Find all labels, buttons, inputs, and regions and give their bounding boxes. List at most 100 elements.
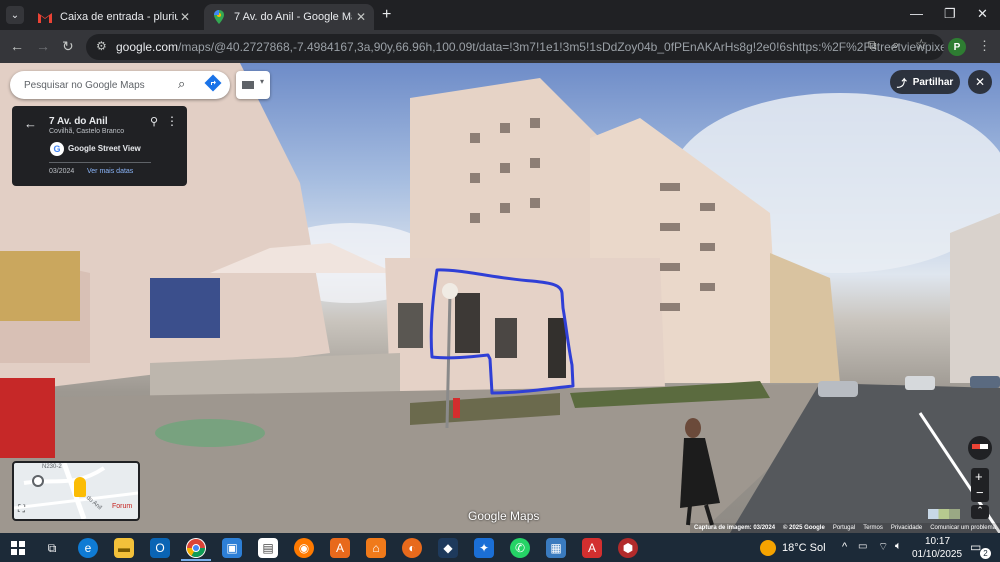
notification-badge: 2	[980, 548, 991, 559]
browser-toolbar: ← → ↻ ⚙ google.com/maps/@40.2727868,-7.4…	[0, 30, 1000, 63]
browser-title-bar: ⌄ Caixa de entrada - pluriurba.sa ✕ 7 Av…	[0, 0, 1000, 30]
back-icon[interactable]: ←	[10, 38, 24, 54]
compass-button[interactable]	[968, 436, 992, 460]
street-view-minimap[interactable]: N230-2 Av. do Anil Forum ⛶	[12, 461, 140, 521]
close-tab-icon[interactable]: ✕	[180, 10, 190, 24]
footer-copyright: © 2025 Google	[783, 525, 825, 531]
share-label: Partilhar	[912, 76, 954, 88]
search-icon[interactable]: ⌕	[178, 76, 185, 92]
tab-title: Caixa de entrada - pluriurba.sa	[60, 11, 178, 23]
location-pin-icon[interactable]: ⚲	[150, 115, 158, 128]
dropdown-arrow-icon: ▾	[260, 77, 265, 86]
outlook-icon[interactable]: O	[150, 538, 170, 558]
footer-country[interactable]: Portugal	[833, 525, 855, 531]
zoom-controls: + −	[971, 468, 989, 502]
footer-terms-link[interactable]: Termos	[863, 525, 883, 531]
remote-desktop-icon[interactable]: ▣	[222, 538, 242, 558]
vpn-app-icon[interactable]: ◉	[294, 538, 314, 558]
task-view-icon[interactable]: ⧉	[42, 538, 62, 558]
keyboard-icon	[242, 81, 254, 89]
street-view-panorama[interactable]: Pesquisar no Google Maps ⌕ ▾ ← 7 Av. do …	[0, 63, 1000, 533]
tab-gmail[interactable]: Caixa de entrada - pluriurba.sa ✕	[30, 4, 198, 30]
url-host: google.com	[116, 40, 179, 54]
place-title: 7 Av. do Anil	[49, 116, 108, 127]
close-window-icon[interactable]: ✕	[977, 6, 988, 22]
search-input[interactable]: Pesquisar no Google Maps	[24, 80, 145, 91]
back-arrow-icon[interactable]: ←	[24, 116, 37, 131]
profile-avatar[interactable]: P	[948, 38, 966, 56]
weather-text[interactable]: 18°C Sol	[782, 542, 826, 554]
edge-icon[interactable]: e	[78, 538, 98, 558]
install-app-icon[interactable]: ⧉	[868, 38, 877, 53]
windows-taskbar: ⧉ e ▬ O ▣ ▤ ◉ A ⌂ ◐ ◆ ✦ ✆ ▦ A ⬢ 18°C Sol…	[0, 533, 1000, 562]
place-subtitle: Covilhã, Castelo Branco	[49, 128, 125, 135]
new-tab-button[interactable]: +	[382, 6, 391, 24]
minimap-marker-icon	[32, 475, 44, 487]
more-menu-icon[interactable]: ⋮	[978, 38, 991, 54]
minimap-road-label: N230-2	[42, 464, 62, 470]
wifi-icon[interactable]: ⌔	[878, 540, 888, 554]
clock-time[interactable]: 10:17	[925, 536, 950, 547]
app-blue-icon[interactable]: ✦	[474, 538, 494, 558]
layers-button[interactable]: ▾	[236, 71, 270, 99]
volume-icon[interactable]: 🔈︎	[895, 540, 902, 553]
google-maps-icon	[212, 10, 226, 24]
weather-sun-icon[interactable]	[760, 540, 776, 556]
app-red-shield-icon[interactable]: ⬢	[618, 538, 638, 558]
source-label: Google Street View	[68, 144, 141, 153]
close-icon: ✕	[974, 75, 986, 89]
maps-search-box[interactable]: Pesquisar no Google Maps ⌕	[10, 71, 230, 99]
whatsapp-icon[interactable]: ✆	[510, 538, 530, 558]
more-options-icon[interactable]: ⋮	[166, 114, 178, 128]
app-firefox-icon[interactable]: ◐	[402, 538, 422, 558]
tab-google-maps[interactable]: 7 Av. do Anil - Google Maps ✕	[204, 4, 374, 30]
windows-start-icon[interactable]	[8, 538, 28, 558]
battery-icon[interactable]: ▭	[858, 541, 867, 552]
google-maps-watermark: Google Maps	[468, 509, 540, 523]
close-tab-icon[interactable]: ✕	[356, 10, 366, 24]
active-app-indicator	[181, 559, 211, 561]
zoom-icon[interactable]: ⌕	[892, 37, 899, 53]
app-orange-icon[interactable]: ⌂	[366, 538, 386, 558]
minimap-poi-label: Forum	[112, 503, 133, 510]
pegman-icon[interactable]	[74, 477, 86, 497]
forward-icon[interactable]: →	[36, 38, 50, 54]
more-dates-link[interactable]: Ver mais datas	[87, 168, 133, 175]
footer-report-link[interactable]: Comunicar um problema	[930, 525, 996, 531]
footer-capture: Captura de imagem: 03/2024	[694, 525, 776, 531]
app-diagram-icon[interactable]: ◆	[438, 538, 458, 558]
minimize-icon[interactable]: —	[910, 6, 923, 21]
google-logo-icon: G	[50, 142, 64, 156]
document-icon[interactable]: ▤	[258, 538, 278, 558]
zoom-in-icon[interactable]: +	[975, 469, 983, 484]
expand-minimap-icon[interactable]: ⛶	[18, 504, 25, 515]
file-explorer-icon[interactable]: ▬	[114, 538, 134, 558]
address-bar[interactable]: ⚙ google.com/maps/@40.2727868,-7.4984167…	[86, 34, 944, 60]
chrome-icon[interactable]	[186, 538, 206, 558]
clock-date[interactable]: 01/10/2025	[912, 549, 962, 560]
close-street-view-button[interactable]: ✕	[968, 70, 992, 94]
compass-icon	[972, 444, 988, 449]
directions-icon[interactable]	[204, 74, 222, 92]
divider	[49, 162, 151, 163]
zoom-out-icon[interactable]: −	[976, 485, 984, 500]
tab-search-button[interactable]: ⌄	[6, 6, 24, 24]
share-icon: ⤴	[896, 78, 907, 90]
app-photo-icon[interactable]: ▦	[546, 538, 566, 558]
street-view-info-card: ← 7 Av. do Anil Covilhã, Castelo Branco …	[12, 106, 187, 186]
url-path: /maps/@40.2727868,-7.4984167,3a,90y,66.9…	[178, 40, 944, 54]
footer-privacy-link[interactable]: Privacidade	[891, 525, 922, 531]
capture-date: 03/2024	[49, 168, 75, 175]
tray-chevron-icon[interactable]: ^	[842, 541, 847, 553]
expand-up-icon[interactable]: ⌃	[971, 505, 989, 519]
share-button[interactable]: ⤴ Partilhar	[890, 70, 960, 94]
pdf-reader-icon[interactable]: A	[582, 538, 602, 558]
map-footer: Captura de imagem: 03/2024 © 2025 Google…	[690, 523, 1000, 533]
tab-title: 7 Av. do Anil - Google Maps	[234, 11, 352, 23]
bookmark-star-icon[interactable]: ☆	[915, 36, 928, 53]
site-info-icon[interactable]: ⚙	[96, 39, 107, 53]
reload-icon[interactable]: ↻	[62, 38, 74, 55]
restore-icon[interactable]: ❐	[944, 6, 956, 22]
autocad-like-icon[interactable]: A	[330, 538, 350, 558]
photo-strip-thumbnails[interactable]	[928, 509, 960, 519]
